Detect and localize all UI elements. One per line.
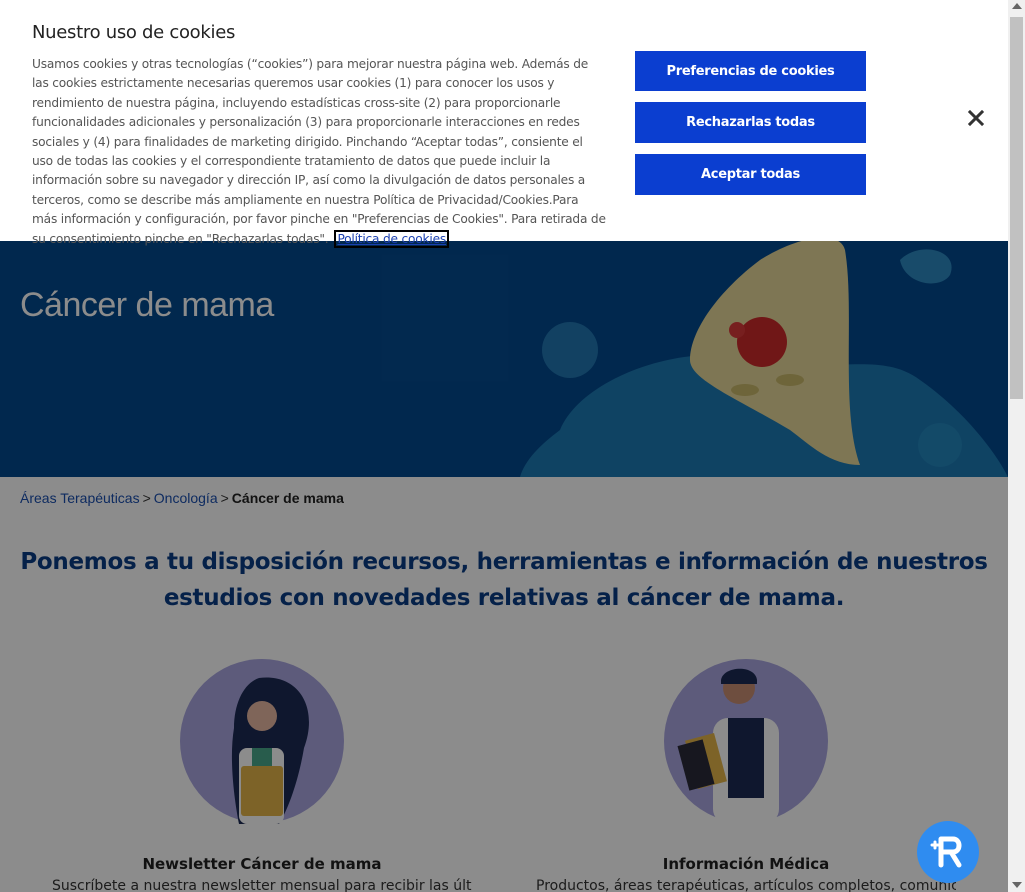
cookie-banner-text: Usamos cookies y otras tecnologías (“coo… xyxy=(32,55,607,249)
close-icon[interactable] xyxy=(964,106,988,130)
scrollbar-thumb[interactable] xyxy=(1010,17,1023,399)
cookie-banner-title: Nuestro uso de cookies xyxy=(32,22,236,43)
chat-widget-icon xyxy=(930,836,962,868)
cookie-reject-all-button[interactable]: Rechazarlas todas xyxy=(635,102,866,143)
modal-overlay xyxy=(0,241,1008,892)
cookie-preferences-button[interactable]: Preferencias de cookies xyxy=(635,51,866,91)
cookie-banner: Nuestro uso de cookies Usamos cookies y … xyxy=(0,0,1008,248)
cookie-accept-all-button[interactable]: Aceptar todas xyxy=(635,154,866,195)
scroll-down-arrow-icon[interactable] xyxy=(1012,882,1022,888)
vertical-scrollbar[interactable] xyxy=(1008,0,1025,892)
cookie-body-text: Usamos cookies y otras tecnologías (“coo… xyxy=(32,57,606,246)
scroll-up-arrow-icon[interactable] xyxy=(1012,3,1022,9)
chat-widget-button[interactable] xyxy=(917,821,979,883)
cookie-policy-link[interactable]: Política de cookies xyxy=(334,229,450,248)
